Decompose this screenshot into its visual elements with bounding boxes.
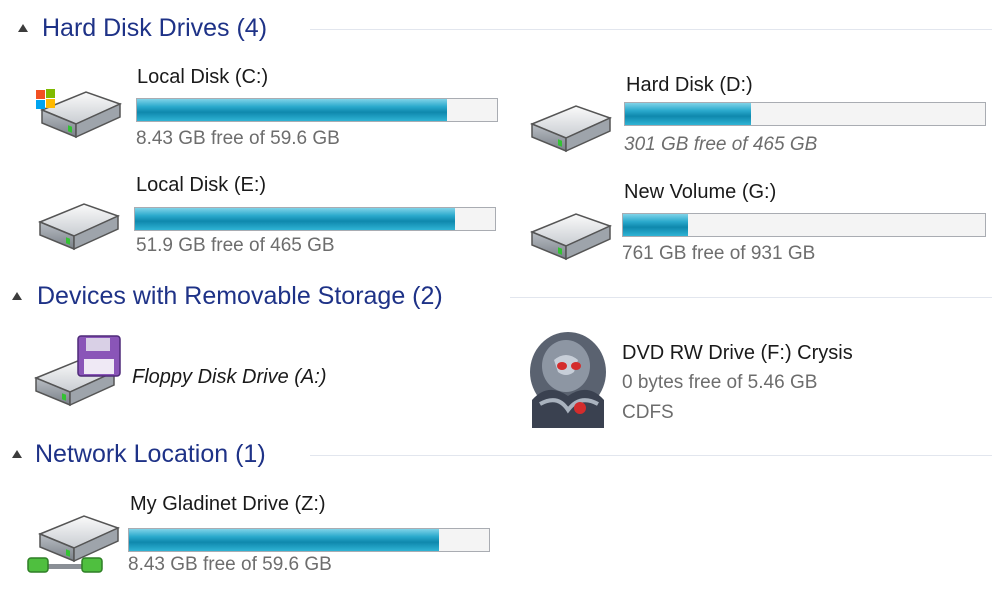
crysis-disc-icon: [518, 330, 612, 428]
free-space-text: 761 GB free of 931 GB: [622, 243, 816, 264]
windows-drive-icon: [36, 89, 121, 138]
drive-local-disk-e[interactable]: Local Disk (E:) 51.9 GB free of 465 GB: [30, 172, 500, 262]
free-space-text: 8.43 GB free of 59.6 GB: [128, 554, 332, 575]
capacity-bar: [134, 207, 496, 231]
group-title: Hard Disk Drives (4): [42, 14, 268, 42]
file-system-text: CDFS: [622, 402, 674, 423]
collapse-arrow-icon[interactable]: [18, 24, 28, 32]
group-header-network-location[interactable]: Network Location (1): [0, 438, 1000, 474]
network-drive-icon: [27, 515, 119, 573]
group-divider: [310, 455, 992, 456]
free-space-text: 8.43 GB free of 59.6 GB: [136, 128, 340, 149]
group-title: Network Location (1): [35, 440, 266, 468]
group-header-hard-disk-drives[interactable]: Hard Disk Drives (4): [0, 12, 1000, 48]
drive-new-volume-g[interactable]: New Volume (G:) 761 GB free of 931 GB: [520, 180, 990, 270]
capacity-fill: [623, 214, 689, 236]
drive-name: New Volume (G:): [624, 181, 777, 203]
free-space-text: 0 bytes free of 5.46 GB: [622, 372, 818, 393]
capacity-fill: [625, 103, 751, 125]
capacity-bar: [136, 98, 498, 122]
drive-floppy-a[interactable]: Floppy Disk Drive (A:): [26, 332, 466, 422]
capacity-fill: [129, 529, 439, 551]
capacity-bar: [624, 102, 986, 126]
floppy-drive-icon: [35, 335, 121, 406]
drive-dvd-rw-f[interactable]: DVD RW Drive (F:) Crysis 0 bytes free of…: [518, 330, 978, 430]
drive-name: Local Disk (E:): [136, 174, 267, 196]
group-divider: [510, 297, 992, 298]
hard-drive-icon: [39, 203, 119, 250]
drive-name: My Gladinet Drive (Z:): [130, 493, 326, 515]
group-title: Devices with Removable Storage (2): [37, 282, 443, 310]
drive-name: DVD RW Drive (F:) Crysis: [622, 342, 853, 364]
drive-name: Hard Disk (D:): [626, 74, 753, 96]
drive-local-disk-c[interactable]: Local Disk (C:) 8.43 GB free of 59.6 GB: [30, 64, 500, 154]
drive-name: Local Disk (C:): [137, 66, 269, 88]
drive-name: Floppy Disk Drive (A:): [132, 366, 327, 388]
capacity-fill: [135, 208, 456, 230]
collapse-arrow-icon[interactable]: [12, 450, 22, 458]
drive-hard-disk-d[interactable]: Hard Disk (D:) 301 GB free of 465 GB: [520, 72, 990, 162]
group-header-removable-storage[interactable]: Devices with Removable Storage (2): [0, 280, 1000, 316]
hard-drive-icon: [531, 105, 611, 152]
group-divider: [310, 29, 992, 30]
drive-gladinet-z[interactable]: My Gladinet Drive (Z:) 8.43 GB free of 5…: [26, 490, 496, 590]
free-space-text: 51.9 GB free of 465 GB: [136, 235, 335, 256]
collapse-arrow-icon[interactable]: [12, 292, 22, 300]
hard-drive-icon: [531, 213, 611, 260]
free-space-text: 301 GB free of 465 GB: [624, 134, 818, 155]
capacity-fill: [137, 99, 447, 121]
capacity-bar: [622, 213, 986, 237]
capacity-bar: [128, 528, 490, 552]
